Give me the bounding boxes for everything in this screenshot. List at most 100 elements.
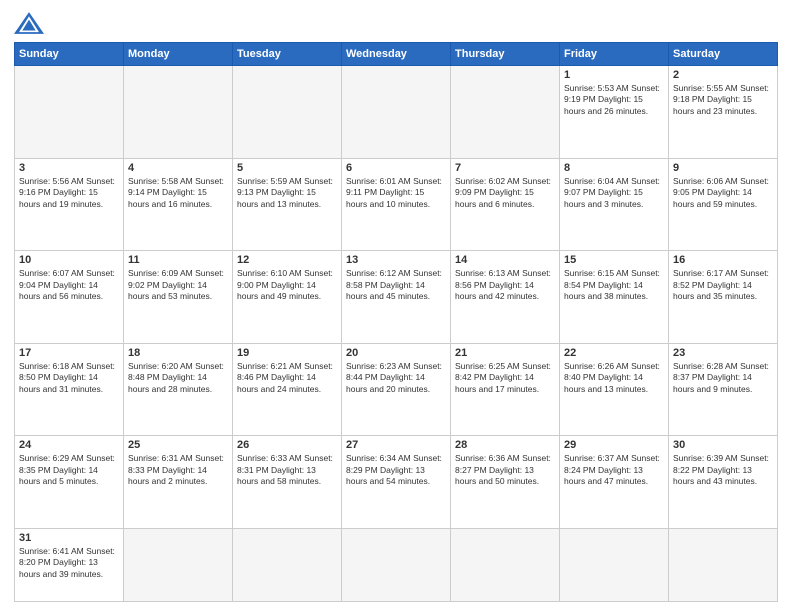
day-info: Sunrise: 6:07 AM Sunset: 9:04 PM Dayligh… [19, 268, 119, 302]
day-cell [124, 66, 233, 159]
day-info: Sunrise: 6:13 AM Sunset: 8:56 PM Dayligh… [455, 268, 555, 302]
day-info: Sunrise: 6:37 AM Sunset: 8:24 PM Dayligh… [564, 453, 664, 487]
day-cell: 14 Sunrise: 6:13 AM Sunset: 8:56 PM Dayli… [451, 251, 560, 344]
day-info: Sunrise: 6:34 AM Sunset: 8:29 PM Dayligh… [346, 453, 446, 487]
day-cell: 15 Sunrise: 6:15 AM Sunset: 8:54 PM Dayli… [560, 251, 669, 344]
day-cell: 17 Sunrise: 6:18 AM Sunset: 8:50 PM Dayli… [15, 343, 124, 436]
page: SundayMondayTuesdayWednesdayThursdayFrid… [0, 0, 792, 612]
day-info: Sunrise: 6:29 AM Sunset: 8:35 PM Dayligh… [19, 453, 119, 487]
day-cell: 31 Sunrise: 6:41 AM Sunset: 8:20 PM Dayli… [15, 528, 124, 601]
day-number: 16 [673, 254, 773, 266]
day-cell: 22Sunrise: 6:26 AM Sunset: 8:40 PM Dayli… [560, 343, 669, 436]
day-number: 21 [455, 347, 555, 359]
day-info: Sunrise: 5:56 AM Sunset: 9:16 PM Dayligh… [19, 176, 119, 210]
weekday-saturday: Saturday [669, 43, 778, 66]
day-info: Sunrise: 6:12 AM Sunset: 8:58 PM Dayligh… [346, 268, 446, 302]
weekday-header-row: SundayMondayTuesdayWednesdayThursdayFrid… [15, 43, 778, 66]
week-row-5: 24 Sunrise: 6:29 AM Sunset: 8:35 PM Dayli… [15, 436, 778, 529]
day-number: 15 [564, 254, 664, 266]
day-info: Sunrise: 6:28 AM Sunset: 8:37 PM Dayligh… [673, 361, 773, 395]
day-cell: 24 Sunrise: 6:29 AM Sunset: 8:35 PM Dayli… [15, 436, 124, 529]
day-number: 31 [19, 532, 119, 544]
day-cell: 5Sunrise: 5:59 AM Sunset: 9:13 PM Daylig… [233, 158, 342, 251]
week-row-6: 31 Sunrise: 6:41 AM Sunset: 8:20 PM Dayli… [15, 528, 778, 601]
day-info: Sunrise: 6:26 AM Sunset: 8:40 PM Dayligh… [564, 361, 664, 395]
day-cell: 20Sunrise: 6:23 AM Sunset: 8:44 PM Dayli… [342, 343, 451, 436]
day-cell: 2Sunrise: 5:55 AM Sunset: 9:18 PM Daylig… [669, 66, 778, 159]
day-cell: 29 Sunrise: 6:37 AM Sunset: 8:24 PM Dayli… [560, 436, 669, 529]
day-cell [15, 66, 124, 159]
day-cell [342, 66, 451, 159]
week-row-2: 3Sunrise: 5:56 AM Sunset: 9:16 PM Daylig… [15, 158, 778, 251]
day-info: Sunrise: 6:33 AM Sunset: 8:31 PM Dayligh… [237, 453, 337, 487]
day-number: 28 [455, 439, 555, 451]
day-cell [451, 528, 560, 601]
day-cell: 9Sunrise: 6:06 AM Sunset: 9:05 PM Daylig… [669, 158, 778, 251]
day-number: 6 [346, 162, 446, 174]
weekday-friday: Friday [560, 43, 669, 66]
day-info: Sunrise: 6:09 AM Sunset: 9:02 PM Dayligh… [128, 268, 228, 302]
day-cell: 10Sunrise: 6:07 AM Sunset: 9:04 PM Dayli… [15, 251, 124, 344]
day-info: Sunrise: 5:58 AM Sunset: 9:14 PM Dayligh… [128, 176, 228, 210]
day-number: 26 [237, 439, 337, 451]
day-info: Sunrise: 6:39 AM Sunset: 8:22 PM Dayligh… [673, 453, 773, 487]
day-cell: 28 Sunrise: 6:36 AM Sunset: 8:27 PM Dayli… [451, 436, 560, 529]
day-cell [669, 528, 778, 601]
day-cell: 3Sunrise: 5:56 AM Sunset: 9:16 PM Daylig… [15, 158, 124, 251]
calendar: SundayMondayTuesdayWednesdayThursdayFrid… [14, 42, 778, 602]
weekday-sunday: Sunday [15, 43, 124, 66]
day-number: 12 [237, 254, 337, 266]
header [14, 12, 778, 34]
day-number: 19 [237, 347, 337, 359]
day-cell [233, 66, 342, 159]
day-number: 14 [455, 254, 555, 266]
day-info: Sunrise: 6:15 AM Sunset: 8:54 PM Dayligh… [564, 268, 664, 302]
week-row-1: 1 Sunrise: 5:53 AM Sunset: 9:19 PM Daylig… [15, 66, 778, 159]
day-number: 23 [673, 347, 773, 359]
day-info: Sunrise: 5:55 AM Sunset: 9:18 PM Dayligh… [673, 83, 773, 117]
day-info: Sunrise: 6:06 AM Sunset: 9:05 PM Dayligh… [673, 176, 773, 210]
day-cell: 11Sunrise: 6:09 AM Sunset: 9:02 PM Dayli… [124, 251, 233, 344]
day-number: 24 [19, 439, 119, 451]
day-cell: 18 Sunrise: 6:20 AM Sunset: 8:48 PM Dayli… [124, 343, 233, 436]
day-cell: 16 Sunrise: 6:17 AM Sunset: 8:52 PM Dayli… [669, 251, 778, 344]
day-cell: 21 Sunrise: 6:25 AM Sunset: 8:42 PM Dayli… [451, 343, 560, 436]
weekday-thursday: Thursday [451, 43, 560, 66]
day-number: 13 [346, 254, 446, 266]
day-cell: 26 Sunrise: 6:33 AM Sunset: 8:31 PM Dayli… [233, 436, 342, 529]
day-info: Sunrise: 6:18 AM Sunset: 8:50 PM Dayligh… [19, 361, 119, 395]
day-info: Sunrise: 5:59 AM Sunset: 9:13 PM Dayligh… [237, 176, 337, 210]
day-number: 1 [564, 69, 664, 81]
day-cell: 12Sunrise: 6:10 AM Sunset: 9:00 PM Dayli… [233, 251, 342, 344]
day-cell: 1 Sunrise: 5:53 AM Sunset: 9:19 PM Daylig… [560, 66, 669, 159]
logo-icon [14, 12, 44, 34]
day-cell [560, 528, 669, 601]
day-cell: 25Sunrise: 6:31 AM Sunset: 8:33 PM Dayli… [124, 436, 233, 529]
weekday-tuesday: Tuesday [233, 43, 342, 66]
day-info: Sunrise: 5:53 AM Sunset: 9:19 PM Dayligh… [564, 83, 664, 117]
day-info: Sunrise: 6:17 AM Sunset: 8:52 PM Dayligh… [673, 268, 773, 302]
day-number: 17 [19, 347, 119, 359]
day-number: 4 [128, 162, 228, 174]
logo [14, 12, 48, 34]
week-row-4: 17 Sunrise: 6:18 AM Sunset: 8:50 PM Dayli… [15, 343, 778, 436]
day-info: Sunrise: 6:20 AM Sunset: 8:48 PM Dayligh… [128, 361, 228, 395]
day-info: Sunrise: 6:36 AM Sunset: 8:27 PM Dayligh… [455, 453, 555, 487]
day-number: 25 [128, 439, 228, 451]
day-cell: 13 Sunrise: 6:12 AM Sunset: 8:58 PM Dayli… [342, 251, 451, 344]
day-number: 30 [673, 439, 773, 451]
day-info: Sunrise: 6:21 AM Sunset: 8:46 PM Dayligh… [237, 361, 337, 395]
day-number: 27 [346, 439, 446, 451]
day-info: Sunrise: 6:04 AM Sunset: 9:07 PM Dayligh… [564, 176, 664, 210]
day-info: Sunrise: 6:02 AM Sunset: 9:09 PM Dayligh… [455, 176, 555, 210]
week-row-3: 10Sunrise: 6:07 AM Sunset: 9:04 PM Dayli… [15, 251, 778, 344]
day-number: 29 [564, 439, 664, 451]
day-cell: 23 Sunrise: 6:28 AM Sunset: 8:37 PM Dayli… [669, 343, 778, 436]
day-number: 18 [128, 347, 228, 359]
day-info: Sunrise: 6:25 AM Sunset: 8:42 PM Dayligh… [455, 361, 555, 395]
day-number: 7 [455, 162, 555, 174]
day-info: Sunrise: 6:01 AM Sunset: 9:11 PM Dayligh… [346, 176, 446, 210]
day-cell: 4 Sunrise: 5:58 AM Sunset: 9:14 PM Daylig… [124, 158, 233, 251]
day-info: Sunrise: 6:41 AM Sunset: 8:20 PM Dayligh… [19, 546, 119, 580]
day-cell [124, 528, 233, 601]
